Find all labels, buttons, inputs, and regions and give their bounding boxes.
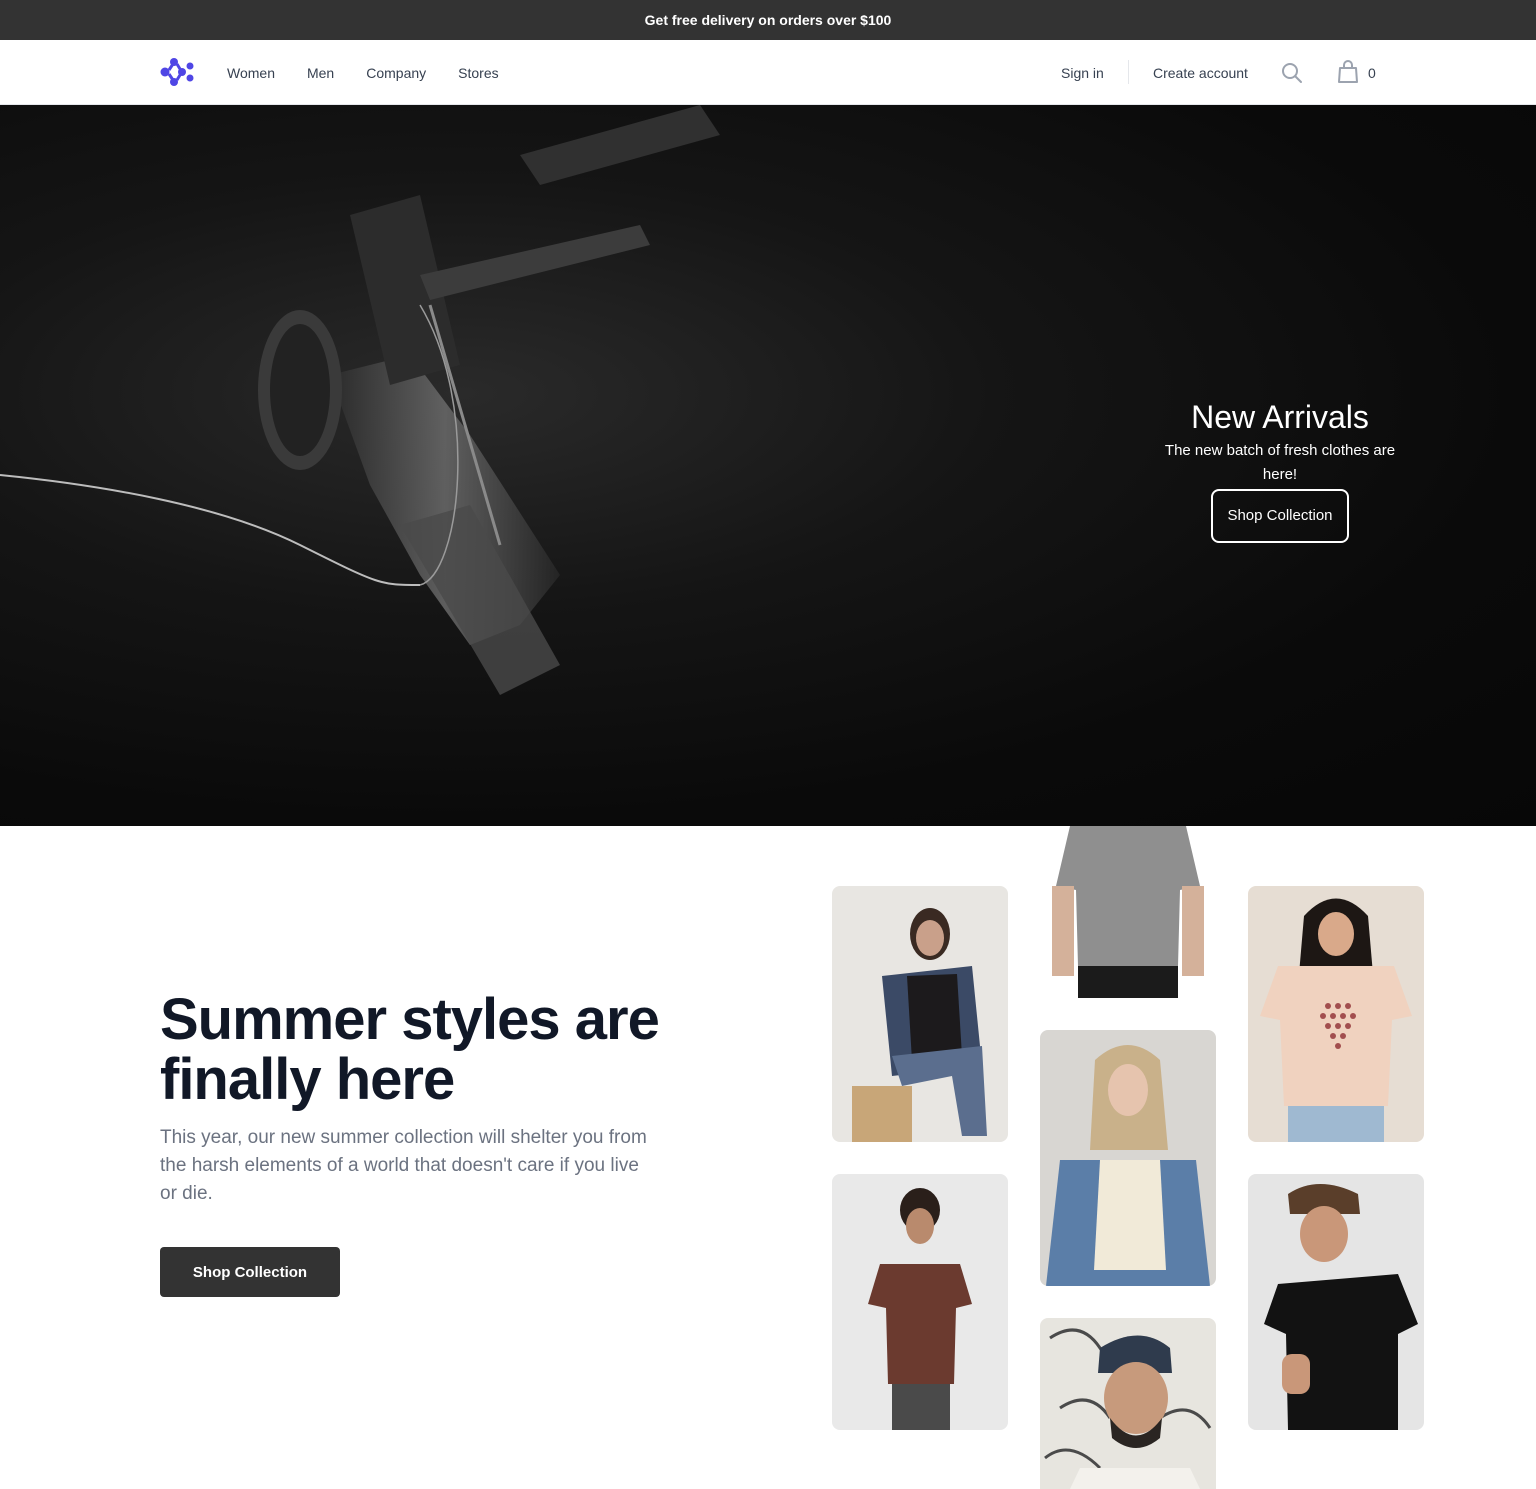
promo-title: Summer styles are finally here <box>160 987 660 1112</box>
create-account-link[interactable]: Create account <box>1153 40 1248 105</box>
hero-banner: New Arrivals The new batch of fresh clot… <box>0 105 1536 826</box>
product-image-woman-peach-tee[interactable] <box>1248 886 1424 1142</box>
logo-icon[interactable] <box>160 56 196 88</box>
hero-shop-collection-button[interactable]: Shop Collection <box>1211 489 1349 543</box>
nav-men[interactable]: Men <box>307 65 334 81</box>
shopping-bag-icon[interactable] <box>1338 60 1358 84</box>
product-image-man-gray-tee[interactable] <box>1040 826 1216 998</box>
hero-title: New Arrivals <box>1191 399 1369 435</box>
cart-count: 0 <box>1368 64 1376 81</box>
product-image-woman-denim-jacket[interactable] <box>832 886 1008 1142</box>
nav-company[interactable]: Company <box>366 65 426 81</box>
product-image-man-brown-tee[interactable] <box>832 1174 1008 1430</box>
promo-text: This year, our new summer collection wil… <box>160 1127 647 1204</box>
product-image-man-beanie[interactable] <box>1040 1318 1216 1489</box>
main-nav: Women Men Company Stores <box>227 40 499 105</box>
promo-shop-collection-button[interactable]: Shop Collection <box>160 1247 340 1297</box>
product-image-man-black-tee[interactable] <box>1248 1174 1424 1430</box>
product-image-woman-denim-blonde[interactable] <box>1040 1030 1216 1286</box>
announcement-text: Get free delivery on orders over $100 <box>644 12 892 28</box>
nav-women[interactable]: Women <box>227 65 275 81</box>
site-header: Women Men Company Stores Sign in Create … <box>0 40 1536 105</box>
header-divider <box>1128 60 1129 84</box>
search-icon[interactable] <box>1280 61 1304 85</box>
nav-stores[interactable]: Stores <box>458 65 498 81</box>
announcement-bar: Get free delivery on orders over $100 <box>0 0 1536 40</box>
sign-in-link[interactable]: Sign in <box>1061 40 1104 105</box>
hero-content: New Arrivals The new batch of fresh clot… <box>1150 395 1410 543</box>
hero-subtitle: The new batch of fresh clothes are here! <box>1164 442 1396 483</box>
